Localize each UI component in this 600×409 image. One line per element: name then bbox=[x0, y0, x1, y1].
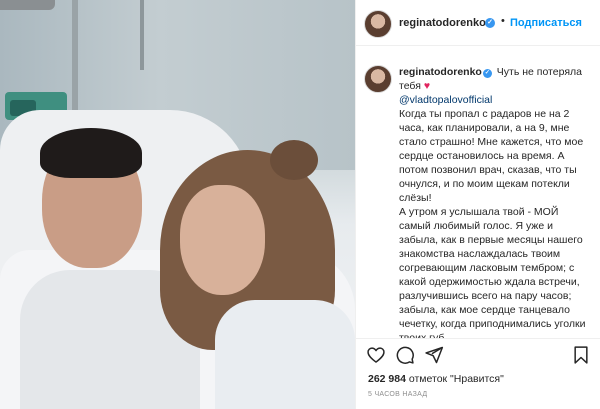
caption-avatar[interactable] bbox=[364, 65, 392, 93]
comment-icon[interactable] bbox=[395, 345, 415, 365]
photo-woman-gown bbox=[215, 300, 355, 409]
red-heart-emoji-icon: ♥ bbox=[423, 80, 431, 92]
likes-suffix: отметок "Нравится" bbox=[408, 373, 504, 385]
instagram-post: reginatodorenko ✓ • Подписаться reginato… bbox=[0, 0, 600, 409]
photo-woman-face bbox=[180, 185, 265, 295]
photo-woman-bun bbox=[270, 140, 318, 180]
header-username[interactable]: reginatodorenko bbox=[399, 17, 486, 29]
likes-count[interactable]: 262 984 отметок "Нравится" bbox=[368, 373, 504, 385]
caption-paragraph-1: Когда ты пропал с радаров не на 2 часа, … bbox=[399, 108, 584, 204]
heart-icon[interactable] bbox=[366, 345, 386, 365]
post-header: reginatodorenko ✓ • Подписаться bbox=[356, 0, 600, 46]
post-timestamp[interactable]: 5 ЧАСОВ НАЗАД bbox=[368, 391, 427, 398]
separator-dot: • bbox=[501, 15, 505, 27]
photo-iv-pole bbox=[72, 0, 78, 120]
photo-iv-pole-secondary bbox=[140, 0, 144, 70]
follow-button[interactable]: Подписаться bbox=[510, 17, 582, 29]
caption-verified-badge-icon: ✓ bbox=[482, 69, 492, 78]
caption-username[interactable]: reginatodorenko bbox=[399, 66, 482, 78]
caption-mention-link[interactable]: @vladtopalovofficial bbox=[399, 93, 591, 107]
post-caption: reginatodorenko ✓ Чуть не потеряла тебя ♥… bbox=[356, 60, 600, 338]
post-side-panel: reginatodorenko ✓ • Подписаться reginato… bbox=[355, 0, 600, 409]
photo-iv-hook bbox=[0, 0, 55, 10]
bookmark-icon[interactable] bbox=[571, 345, 591, 365]
caption-paragraph-2: А утром я услышала твой - МОЙ самый люби… bbox=[399, 206, 586, 338]
verified-badge-icon: ✓ bbox=[485, 18, 495, 28]
post-photo[interactable] bbox=[0, 0, 355, 409]
avatar[interactable] bbox=[364, 10, 392, 38]
share-icon[interactable] bbox=[424, 345, 444, 365]
likes-number: 262 984 bbox=[368, 373, 406, 385]
photo-man-hair bbox=[40, 128, 142, 178]
caption-text: reginatodorenko ✓ Чуть не потеряла тебя ♥… bbox=[399, 65, 591, 338]
post-actions-bar bbox=[356, 338, 600, 371]
